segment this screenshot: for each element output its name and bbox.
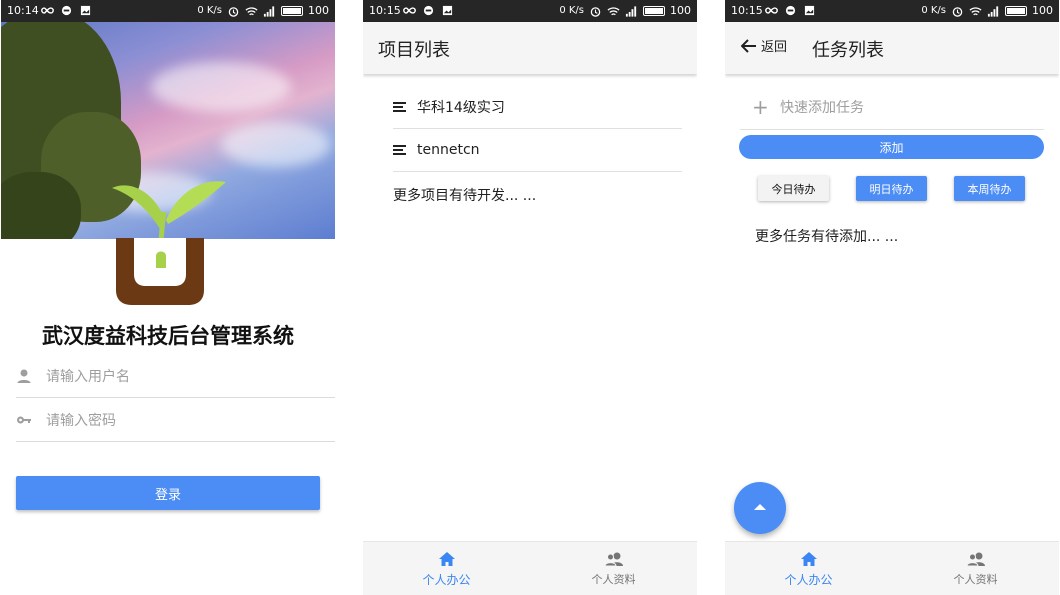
status-notification-icons [765,5,816,16]
login-button[interactable]: 登录 [16,476,320,510]
status-bar: 10:15 0 K/s 100 [725,0,1059,22]
status-right-icons: 0 K/s 100 [559,0,691,22]
filter-week-button[interactable]: 本周待办 [954,176,1025,201]
status-time: 10:15 [731,4,763,17]
people-icon [965,552,985,567]
fab-up-arrow-icon [754,504,766,510]
alarm-icon [228,6,239,17]
signal-icon [263,5,275,17]
people-icon [603,552,623,567]
nav-office-label: 个人办公 [422,572,471,587]
nav-profile-label: 个人资料 [591,573,636,586]
wifi-icon [607,6,620,15]
nav-profile[interactable]: 个人资料 [530,542,697,595]
image-icon [804,5,815,16]
wifi-icon [969,6,982,15]
back-button[interactable]: 返回 [741,36,787,55]
status-bar: 10:15 0 K/s 100 [363,0,697,22]
nav-profile-label: 个人资料 [953,573,998,586]
task-list-screen: 10:15 0 K/s 100 返回 任务列表 + 添加 今日待办 明日待办 本… [725,0,1059,595]
password-input[interactable] [46,406,316,436]
network-speed: 0 K/s [197,5,222,16]
add-task-button[interactable]: 添加 [739,135,1044,159]
filter-tomorrow-button[interactable]: 明日待办 [856,176,927,201]
battery-icon [1005,6,1027,16]
project-item-label: tennetcn [417,142,480,158]
app-title: 武汉度益科技后台管理系统 [42,324,294,348]
project-list-screen: 10:15 0 K/s 100 项目列表 华科14级实习 tennetcn 更多… [363,0,697,595]
battery-level: 100 [1032,4,1053,17]
filter-today-button[interactable]: 今日待办 [758,176,829,201]
quick-add-task-input[interactable] [780,94,1030,122]
battery-level: 100 [308,4,329,17]
battery-icon [281,6,303,16]
battery-level: 100 [670,4,691,17]
sync-icon [785,5,796,16]
nav-profile[interactable]: 个人资料 [892,542,1059,595]
username-field-row [16,356,335,398]
app-bar: 返回 任务列表 [725,22,1059,74]
status-notification-icons [41,5,92,16]
password-field-row [16,400,335,442]
user-icon [17,369,31,383]
back-arrow-icon [741,38,756,53]
plus-icon: + [752,95,769,119]
status-bar: 10:14 0 K/s 100 [1,0,335,22]
sync-icon [61,5,72,16]
network-speed: 0 K/s [921,5,946,16]
list-icon [393,144,406,155]
app-bar: 项目列表 [363,22,697,74]
nav-office-label: 个人办公 [784,572,833,587]
more-projects-text: 更多项目有待开发... ... [393,188,537,204]
nav-office[interactable]: 个人办公 [725,542,892,595]
quick-add-row: + [740,86,1044,130]
sprout-logo [112,181,226,305]
status-right-icons: 0 K/s 100 [197,0,329,22]
home-icon [800,551,817,566]
alarm-icon [952,6,963,17]
back-label: 返回 [761,40,788,55]
more-tasks-text: 更多任务有待添加... ... [755,229,899,245]
loop-icon [765,7,778,14]
signal-icon [625,5,637,17]
battery-icon [643,6,665,16]
page-title: 项目列表 [378,40,450,61]
bottom-navigation: 个人办公 个人资料 [725,541,1059,595]
loop-icon [41,7,54,14]
status-right-icons: 0 K/s 100 [921,0,1053,22]
page-title: 任务列表 [812,40,884,61]
scroll-top-fab[interactable] [734,482,786,534]
signal-icon [987,5,999,17]
home-icon [438,551,455,566]
wifi-icon [245,6,258,15]
status-time: 10:14 [7,4,39,17]
project-item[interactable]: 华科14级实习 [393,86,682,129]
status-time: 10:15 [369,4,401,17]
sync-icon [423,5,434,16]
key-icon [17,416,31,424]
network-speed: 0 K/s [559,5,584,16]
alarm-icon [590,6,601,17]
project-item[interactable]: tennetcn [393,129,682,172]
image-icon [442,5,453,16]
project-item-label: 华科14级实习 [417,100,505,116]
list-icon [393,101,406,112]
nav-office[interactable]: 个人办公 [363,542,530,595]
image-icon [80,5,91,16]
loop-icon [403,7,416,14]
login-screen: 10:14 0 K/s 100 武汉度益科技后台管理系统 请输入用户名 登录 [1,0,335,595]
username-input[interactable] [46,362,316,392]
status-notification-icons [403,5,454,16]
bottom-navigation: 个人办公 个人资料 [363,541,697,595]
